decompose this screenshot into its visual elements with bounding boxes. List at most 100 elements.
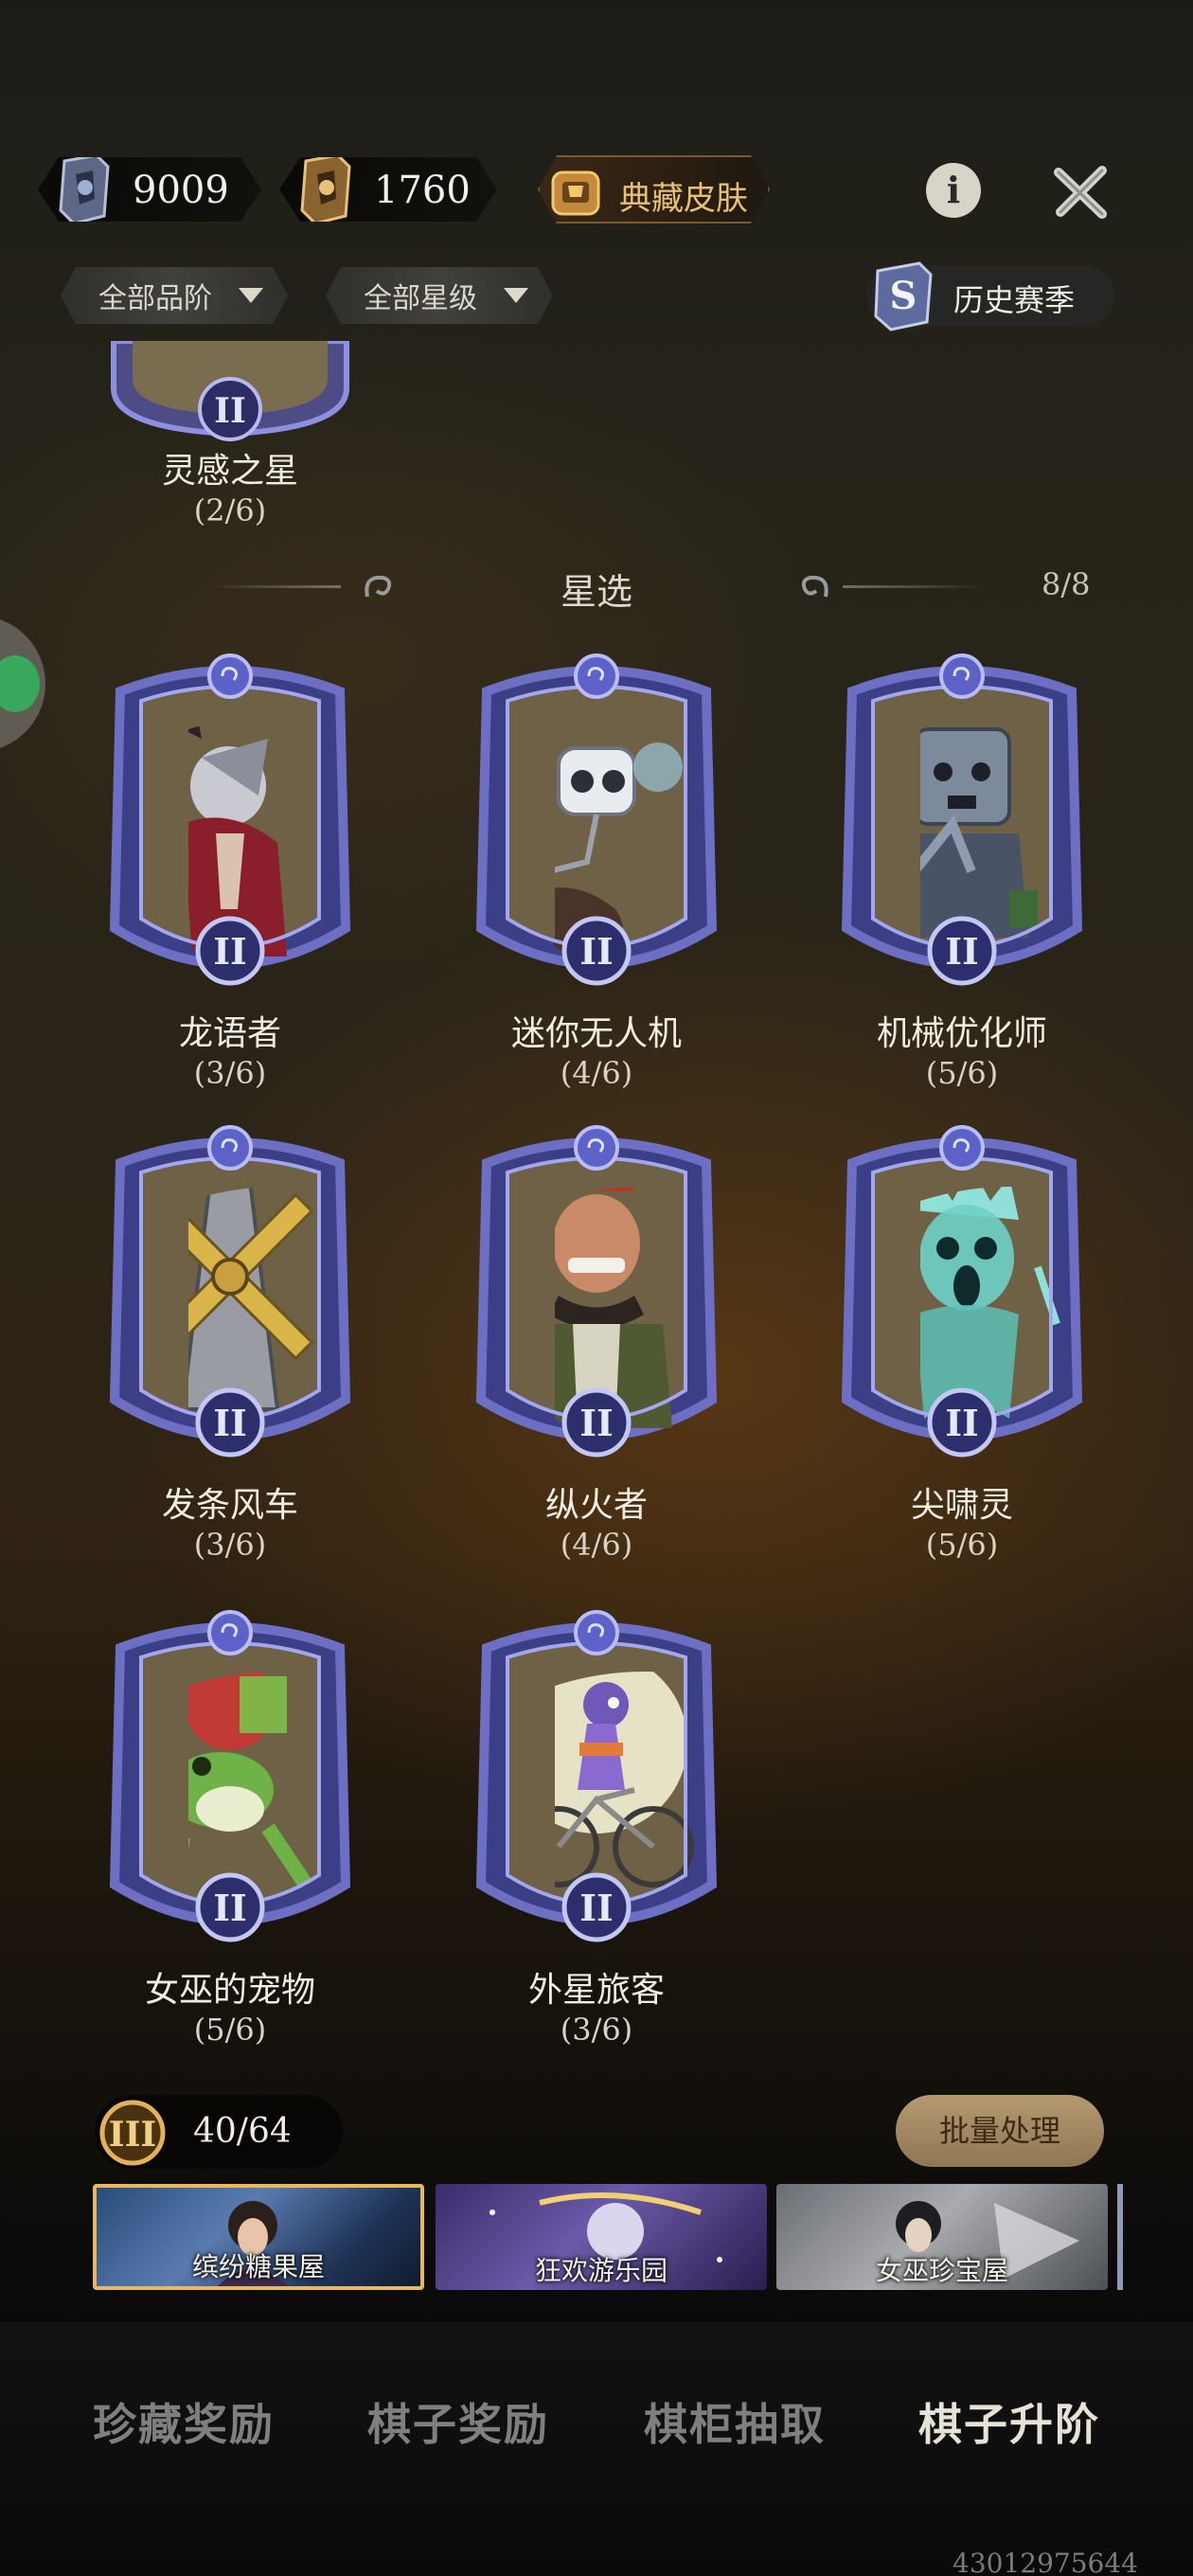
nav-collection-rewards[interactable]: 珍藏奖励 xyxy=(70,2390,297,2453)
star-filter-label: 全部星级 xyxy=(364,282,477,315)
collection-skin-button[interactable]: 典藏皮肤 xyxy=(538,155,770,224)
chevron-down-icon xyxy=(504,288,528,303)
piece-progress: (3/6) xyxy=(560,2012,633,2048)
gold-emblem-icon xyxy=(296,153,355,225)
piece-card[interactable]: II 外星旅客 (3/6) xyxy=(445,1610,748,2048)
section-count: 8/8 xyxy=(1042,566,1091,602)
tier-iii-badge-icon: III xyxy=(99,2100,166,2166)
swirl-crest-icon xyxy=(207,1125,253,1171)
tier-counter: III 40/64 xyxy=(95,2095,343,2169)
tier-badge-text: II xyxy=(213,1887,247,1929)
swirl-crest-icon xyxy=(939,653,985,699)
chevron-down-icon xyxy=(239,288,263,303)
swirl-crest-icon xyxy=(574,653,619,699)
piece-card[interactable]: II 尖啸灵 (5/6) xyxy=(810,1125,1113,1563)
piece-progress: (4/6) xyxy=(560,1055,633,1091)
season-s-letter: S xyxy=(890,274,917,318)
previous-item-progress: (2/6) xyxy=(193,492,267,528)
swirl-crest-icon xyxy=(574,1125,619,1171)
nav-piece-rewards[interactable]: 棋子奖励 xyxy=(345,2390,572,2453)
silver-currency-value: 9009 xyxy=(133,169,229,212)
tier-counter-value: 40/64 xyxy=(193,2112,292,2151)
previous-item-name: 灵感之星 xyxy=(161,452,298,491)
piece-card[interactable]: II 机械优化师 (5/6) xyxy=(810,653,1113,1091)
bottom-nav: 珍藏奖励 棋子奖励 棋柜抽取 棋子升阶 xyxy=(0,2322,1193,2576)
piece-progress: (5/6) xyxy=(925,1527,999,1563)
skin-tab-witch-treasure[interactable]: 女巫珍宝屋 xyxy=(776,2184,1108,2290)
skin-strip: 缤纷糖果屋 狂欢游乐园 女巫珍宝屋 xyxy=(0,2184,1193,2294)
piece-progress: (5/6) xyxy=(925,1055,999,1091)
nav-cabinet-draw[interactable]: 棋柜抽取 xyxy=(621,2390,848,2453)
tier-badge-text: II xyxy=(213,1402,247,1444)
swirl-ornament-icon xyxy=(801,575,828,598)
piece-progress: (4/6) xyxy=(560,1527,633,1563)
gold-currency-value: 1760 xyxy=(374,169,471,212)
piece-card[interactable]: II 发条风车 (3/6) xyxy=(79,1125,382,1563)
piece-card[interactable]: II 纵火者 (4/6) xyxy=(445,1125,748,1563)
history-season-label: 历史赛季 xyxy=(953,282,1076,318)
piece-name: 尖啸灵 xyxy=(910,1486,1013,1525)
card-frame: II xyxy=(841,653,1083,986)
previous-item-card-partial[interactable]: II xyxy=(104,341,356,445)
piece-progress: (5/6) xyxy=(193,2012,267,2048)
skin-tab-label: 狂欢游乐园 xyxy=(534,2255,668,2286)
info-icon[interactable]: i xyxy=(926,163,981,218)
gold-currency: 1760 xyxy=(279,157,497,222)
history-season-button[interactable]: S 历史赛季 xyxy=(866,261,1114,331)
tier-badge-text: II xyxy=(579,1887,614,1929)
quality-filter-dropdown[interactable]: 全部品阶 xyxy=(61,267,288,324)
section-title: 星选 xyxy=(560,571,632,613)
close-icon[interactable] xyxy=(1049,159,1113,224)
piece-name: 机械优化师 xyxy=(876,1014,1047,1053)
silver-emblem-icon xyxy=(55,153,114,225)
collection-skin-label: 典藏皮肤 xyxy=(619,180,748,218)
tier-badge: II xyxy=(214,391,246,431)
season-s-icon: S xyxy=(874,261,933,331)
skin-tab-overflow-edge xyxy=(1117,2184,1123,2290)
tier-badge-text: II xyxy=(579,1402,614,1444)
swirl-crest-icon xyxy=(574,1610,619,1655)
treasure-chest-icon xyxy=(547,163,604,220)
silver-currency: 9009 xyxy=(38,157,261,222)
piece-name: 外星旅客 xyxy=(527,1971,665,2010)
card-frame: II xyxy=(109,1610,351,1942)
skin-tab-label: 女巫珍宝屋 xyxy=(875,2255,1008,2286)
section-divider-right xyxy=(843,585,985,588)
piece-card[interactable]: II 迷你无人机 (4/6) xyxy=(445,653,748,1091)
skin-tab-candy-house[interactable]: 缤纷糖果屋 xyxy=(93,2184,424,2290)
nav-piece-upgrade[interactable]: 棋子升阶 xyxy=(896,2390,1123,2453)
piece-progress: (3/6) xyxy=(193,1055,267,1091)
chat-icon xyxy=(0,655,40,712)
side-chat-bubble[interactable] xyxy=(0,616,45,752)
skin-tab-label: 缤纷糖果屋 xyxy=(191,2251,325,2282)
section-divider-left xyxy=(208,585,341,588)
piece-name: 迷你无人机 xyxy=(510,1014,682,1053)
swirl-crest-icon xyxy=(207,653,253,699)
top-bar: 9009 1760 典藏皮肤 i xyxy=(0,142,1193,237)
footer-id: 43012975644 xyxy=(953,2548,1138,2576)
star-filter-dropdown[interactable]: 全部星级 xyxy=(326,267,553,324)
tier-badge-text: II xyxy=(213,930,247,973)
quality-filter-label: 全部品阶 xyxy=(98,282,212,315)
swirl-crest-icon xyxy=(939,1125,985,1171)
swirl-ornament-icon xyxy=(365,575,392,598)
piece-name: 发条风车 xyxy=(161,1486,298,1525)
skin-tab-carnival-park[interactable]: 狂欢游乐园 xyxy=(436,2184,767,2290)
card-frame: II xyxy=(109,1125,351,1458)
tier-counter-badge-text: III xyxy=(109,2115,157,2155)
card-frame: II xyxy=(475,1125,718,1458)
piece-card[interactable]: II 龙语者 (3/6) xyxy=(79,653,382,1091)
piece-name: 龙语者 xyxy=(178,1014,281,1053)
piece-card[interactable]: II 女巫的宠物 (5/6) xyxy=(79,1610,382,2048)
piece-progress: (3/6) xyxy=(193,1527,267,1563)
card-frame: II xyxy=(475,1610,718,1942)
tier-badge-text: II xyxy=(945,930,979,973)
piece-name: 纵火者 xyxy=(544,1486,648,1525)
card-frame: II xyxy=(475,653,718,986)
card-frame: II xyxy=(841,1125,1083,1458)
tier-badge-text: II xyxy=(579,930,614,973)
batch-process-button[interactable]: 批量处理 xyxy=(896,2095,1104,2167)
piece-name: 女巫的宠物 xyxy=(144,1971,315,2010)
swirl-crest-icon xyxy=(207,1610,253,1655)
card-frame: II xyxy=(111,341,349,441)
